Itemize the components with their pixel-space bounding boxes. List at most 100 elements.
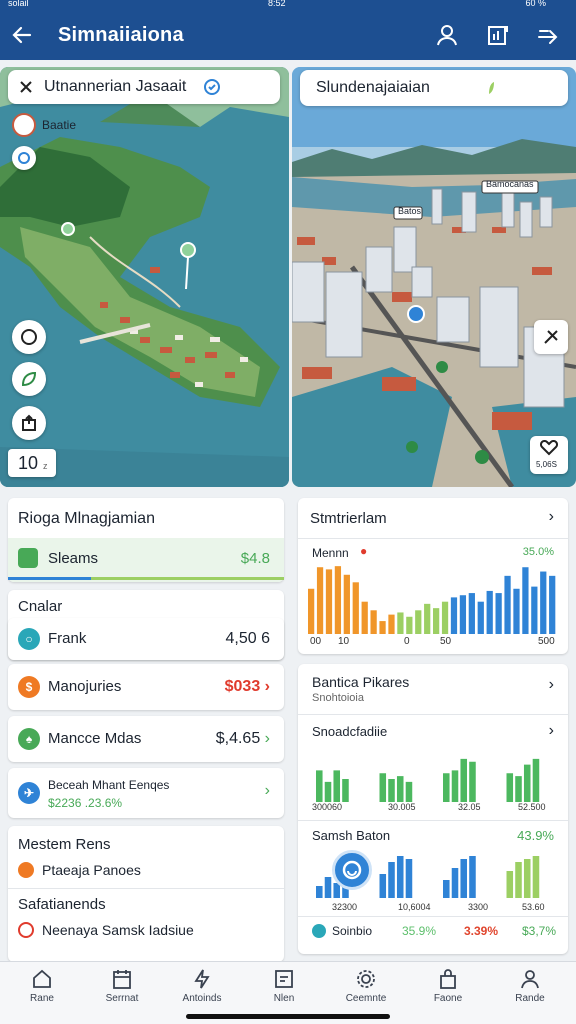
- chart-bar: [532, 758, 540, 802]
- chart-bar: [515, 776, 522, 802]
- chart-bar: [342, 779, 349, 802]
- nav-home[interactable]: Rane: [10, 968, 74, 1004]
- chart-bar: [549, 575, 556, 634]
- plane-icon: ✈: [18, 782, 40, 804]
- pin-icon: ●: [360, 544, 368, 558]
- share-button[interactable]: [12, 406, 46, 440]
- zoom-value: 10: [18, 453, 39, 473]
- zoom-suffix: z: [43, 461, 48, 471]
- nav-settings[interactable]: Ceemnte: [334, 968, 398, 1004]
- section-item[interactable]: Neenaya Samsk Iadsiue: [42, 922, 194, 938]
- chart-bar: [388, 614, 395, 634]
- chevron-right-icon: ›: [264, 730, 270, 747]
- mini-label: 30.005: [388, 802, 416, 812]
- chart-bar: [361, 601, 368, 634]
- chart-bar: [316, 770, 323, 802]
- chart-bar: [532, 856, 540, 898]
- selected-item-label: Sleams: [48, 550, 99, 567]
- card-title: Bantica Pikares: [312, 674, 410, 690]
- promo-card[interactable]: ✈ Beceah Mhant Eenqes $2236 .23.6% ›: [8, 768, 284, 818]
- mini-label: 52.500: [518, 802, 546, 812]
- list-item-label: Mancce Mdas: [48, 730, 142, 747]
- divider: [298, 916, 568, 917]
- home-icon: [33, 969, 51, 988]
- sub-section-title: Snoadcfadiie: [312, 724, 388, 739]
- map-callout: Batos: [398, 206, 422, 216]
- chart-bar: [379, 874, 387, 898]
- chevron-right-icon[interactable]: ›: [549, 508, 554, 526]
- divider: [298, 714, 568, 715]
- tools-button[interactable]: [534, 320, 568, 354]
- legend-value: 35.0%: [522, 546, 554, 558]
- back-arrow-icon[interactable]: [10, 23, 34, 47]
- map-pin-icon[interactable]: [180, 242, 196, 258]
- axis-tick-label: 50: [440, 636, 452, 647]
- chart-bar: [441, 601, 449, 634]
- sub-section-value: 43.9%: [517, 828, 554, 843]
- location-label: Utnannerian Jasaait: [44, 78, 187, 95]
- chat-button[interactable]: [12, 320, 46, 354]
- nav-notes[interactable]: Nlen: [252, 968, 316, 1004]
- nav-store[interactable]: Faone: [416, 968, 480, 1004]
- close-icon[interactable]: [18, 79, 34, 95]
- forward-arrow-icon[interactable]: [536, 23, 560, 47]
- arrow-down-icon: [312, 924, 326, 938]
- selected-item-row[interactable]: Sleams $4.8: [8, 538, 284, 582]
- chart-bar: [352, 582, 359, 634]
- list-item[interactable]: $ Manojuries $033 ›: [8, 664, 284, 710]
- chart-bar: [388, 862, 395, 898]
- chat-bubble-icon: [21, 329, 37, 345]
- profile-icon: [521, 970, 539, 989]
- chart-bar: [531, 586, 538, 634]
- nav-profile[interactable]: Rande: [498, 968, 562, 1004]
- chart-bar: [443, 880, 450, 898]
- route-button[interactable]: [12, 362, 46, 396]
- layers-button[interactable]: 5,06S: [530, 436, 568, 474]
- section-item[interactable]: Ptaeaja Panoes: [42, 862, 141, 878]
- nav-label: Ceemnte: [345, 993, 387, 1004]
- play-button[interactable]: [332, 850, 372, 890]
- chart-bar: [450, 597, 458, 634]
- bantica-pikares-card[interactable]: Bantica Pikares Snohtoioia › Snoadcfadii…: [298, 664, 568, 954]
- zoom-level-indicator[interactable]: 10 z: [8, 449, 56, 477]
- axis-tick-label: 00: [310, 636, 322, 647]
- statistics-card[interactable]: Stmtrierlam › Mennn ● 35.0% 00 10 0 50 5…: [298, 498, 568, 654]
- list-item[interactable]: ♠ Mancce Mdas $,4.65 ›: [8, 716, 284, 762]
- bolt-icon: [194, 969, 210, 989]
- home-indicator[interactable]: [186, 1014, 390, 1019]
- chart-bar: [334, 566, 342, 634]
- locate-button[interactable]: [12, 146, 36, 170]
- report-icon[interactable]: [486, 23, 510, 47]
- chart-bar: [397, 612, 404, 634]
- chart-bar: [522, 567, 529, 634]
- chart-bar: [459, 595, 467, 634]
- axis-tick-label: 500: [538, 636, 555, 647]
- section-title: Mestem Rens: [18, 836, 111, 853]
- sync-icon[interactable]: [203, 78, 221, 96]
- nav-label: Serrnat: [105, 993, 139, 1004]
- chevron-right-icon[interactable]: ›: [549, 676, 554, 694]
- list-item[interactable]: ○ Frank 4,50 6: [8, 618, 284, 660]
- profile-icon[interactable]: [435, 23, 459, 47]
- promo-value: $2236 .23.6%: [48, 796, 123, 810]
- chart-bar: [379, 621, 386, 634]
- location-search-chip[interactable]: Utnannerian Jasaait: [8, 70, 280, 104]
- chart-bar: [333, 770, 341, 802]
- share-icon: [22, 414, 36, 431]
- tools-icon: [544, 330, 558, 344]
- chart-bar: [523, 859, 531, 898]
- chart-bar: [451, 770, 459, 802]
- document-icon: [18, 548, 38, 568]
- city-map-view[interactable]: [292, 67, 576, 487]
- section-title: Cnalar: [18, 598, 63, 615]
- chevron-right-icon: ›: [264, 678, 270, 695]
- chart-bar: [443, 773, 450, 802]
- map-pin-icon[interactable]: [61, 222, 75, 236]
- progress-bar: [8, 577, 284, 580]
- leaf-icon: ♠: [18, 728, 40, 750]
- nav-calendar[interactable]: Serrnat: [90, 968, 154, 1004]
- chevron-right-icon[interactable]: ›: [549, 722, 554, 740]
- nav-actions[interactable]: Antoinds: [170, 968, 234, 1004]
- avatar[interactable]: [12, 113, 36, 137]
- destination-search-chip[interactable]: Slundenajaiaian: [300, 70, 568, 106]
